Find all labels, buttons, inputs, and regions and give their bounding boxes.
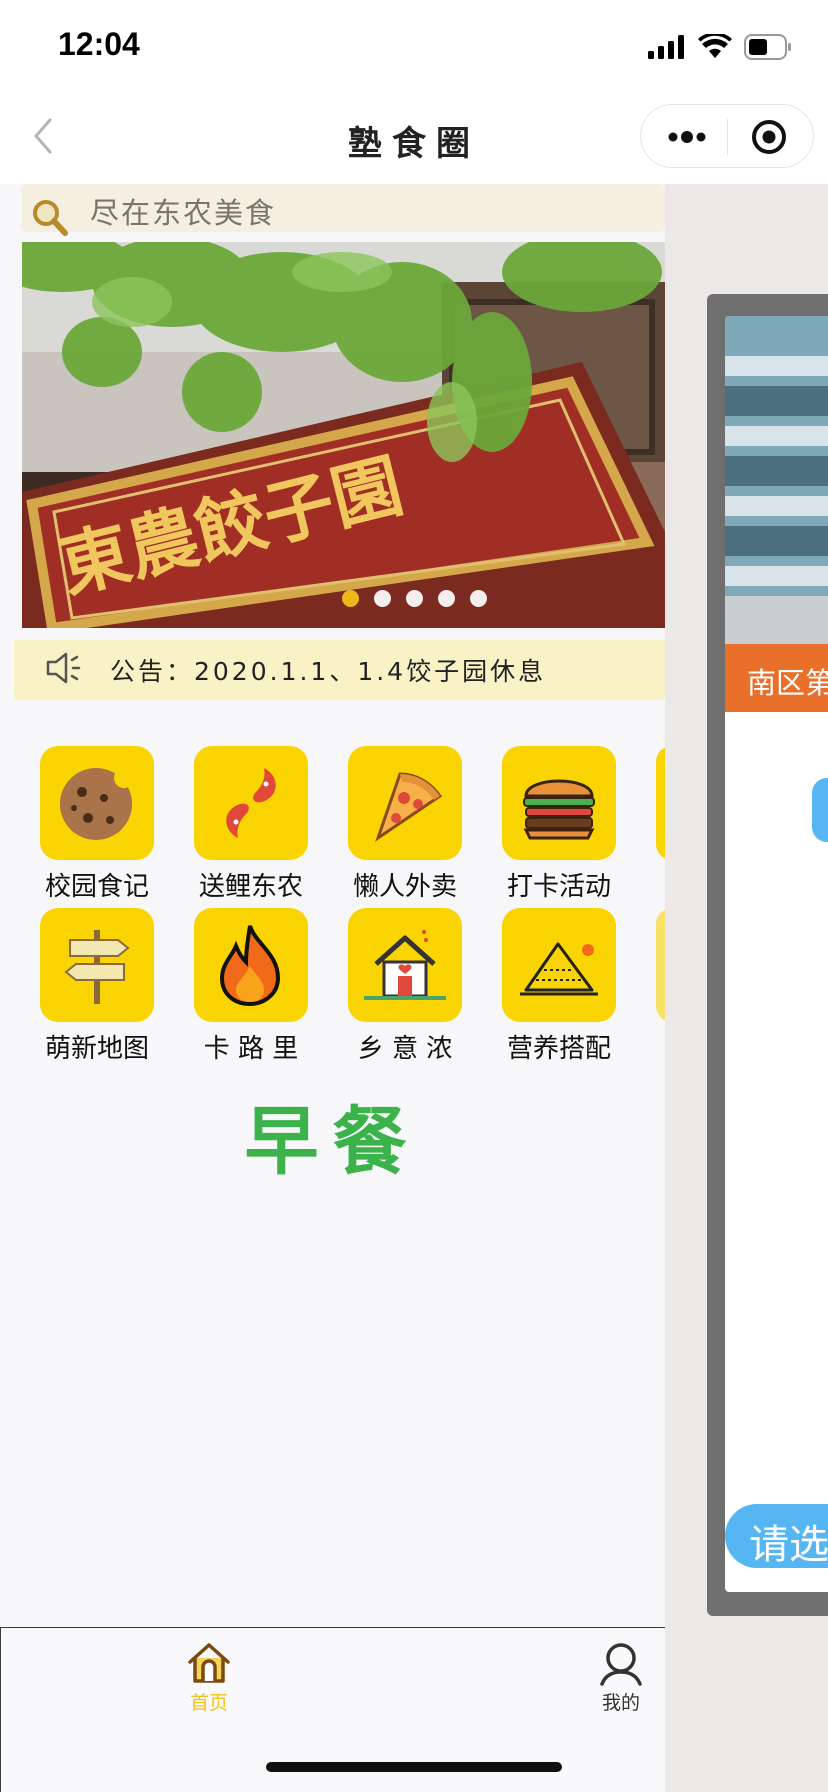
- notice-text: 公告：2020.1.1、1.4饺子园休息: [110, 657, 547, 686]
- carousel-dot-5[interactable]: [470, 590, 487, 607]
- preview-blue-tab[interactable]: [812, 778, 828, 842]
- cellular-signal-icon: [648, 35, 686, 63]
- close-miniprogram-icon[interactable]: [749, 117, 789, 157]
- battery-icon: [744, 34, 792, 64]
- more-options-icon[interactable]: [663, 119, 733, 155]
- grid-item-freshman-map[interactable]: 萌新地图: [40, 908, 154, 1065]
- carousel-dot-1[interactable]: [342, 590, 359, 607]
- grid-item-label: 打卡活动: [506, 872, 611, 902]
- section-title: 早餐: [244, 1099, 421, 1185]
- tab-mine-label: 我的: [601, 1692, 640, 1714]
- profile-icon: [598, 1640, 644, 1686]
- grid-item-label: 卡 路 里: [203, 1034, 299, 1064]
- grid-item-label: 懒人外卖: [352, 872, 457, 902]
- side-preview-card[interactable]: 南区第 请选: [725, 316, 828, 1592]
- banner-carousel[interactable]: 東農餃子園: [22, 242, 665, 628]
- grid-item-koi-luck[interactable]: 送鲤东农: [194, 746, 308, 903]
- burger-icon: [502, 746, 616, 860]
- home-icon: [186, 1640, 232, 1686]
- capsule-divider: [727, 119, 728, 155]
- house-icon: [348, 908, 462, 1022]
- grid-item-hometown[interactable]: 乡 意 浓: [348, 908, 462, 1065]
- status-icons: [648, 32, 792, 64]
- carousel-dots: [342, 590, 487, 607]
- carousel-dot-3[interactable]: [406, 590, 423, 607]
- tab-mine[interactable]: 我的: [581, 1640, 661, 1715]
- pizza-icon: [348, 746, 462, 860]
- banner-image: 東農餃子園: [22, 242, 665, 628]
- grid-item-label: 校园食记: [44, 872, 149, 902]
- preview-header: 南区第: [725, 644, 828, 712]
- grid-item-checkin[interactable]: 打卡活动: [502, 746, 616, 903]
- grid-item-label: 送鲤东农: [198, 872, 303, 902]
- signpost-icon: [40, 908, 154, 1022]
- home-page: 尽在东农美食 東農餃子園 公告：2020.1.1、1.4饺子园休息 校园食记 送…: [0, 184, 672, 1627]
- preview-header-text: 南区第: [747, 666, 828, 700]
- carousel-dot-2[interactable]: [374, 590, 391, 607]
- koi-fish-icon: [194, 746, 308, 860]
- speaker-icon: [44, 650, 84, 686]
- grid-item-campus-food[interactable]: 校园食记: [40, 746, 154, 903]
- feature-grid: 校园食记 送鲤东农 懒人外卖 打卡活动 萌新地图 卡 路 里 乡 意 浓 营养搭…: [40, 746, 672, 1076]
- search-icon: [30, 197, 70, 239]
- preview-select-button-text: 请选: [749, 1522, 828, 1568]
- notice-bar[interactable]: 公告：2020.1.1、1.4饺子园休息: [14, 640, 665, 700]
- grid-item-takeout[interactable]: 懒人外卖: [348, 746, 462, 903]
- building-photo: [725, 316, 828, 644]
- home-indicator[interactable]: [266, 1762, 562, 1772]
- status-time: 12:04: [58, 26, 140, 62]
- mini-program-capsule: [640, 104, 814, 168]
- search-placeholder: 尽在东农美食: [90, 196, 277, 230]
- preview-select-button[interactable]: 请选: [725, 1504, 828, 1568]
- tab-home-label: 首页: [189, 1692, 228, 1714]
- search-bar[interactable]: 尽在东农美食: [22, 184, 665, 236]
- grid-item-label: 萌新地图: [44, 1034, 149, 1064]
- pyramid-icon: [502, 908, 616, 1022]
- wifi-icon: [698, 32, 732, 64]
- grid-item-label: 乡 意 浓: [357, 1034, 453, 1064]
- grid-item-nutrition[interactable]: 营养搭配: [502, 908, 616, 1065]
- carousel-dot-4[interactable]: [438, 590, 455, 607]
- grid-item-calories[interactable]: 卡 路 里: [194, 908, 308, 1065]
- tab-home[interactable]: 首页: [169, 1640, 249, 1715]
- cookie-icon: [40, 746, 154, 860]
- status-bar: 12:04: [0, 0, 828, 98]
- grid-item-label: 营养搭配: [506, 1034, 611, 1064]
- flame-icon: [194, 908, 308, 1022]
- nav-bar: 塾食圈: [0, 98, 828, 184]
